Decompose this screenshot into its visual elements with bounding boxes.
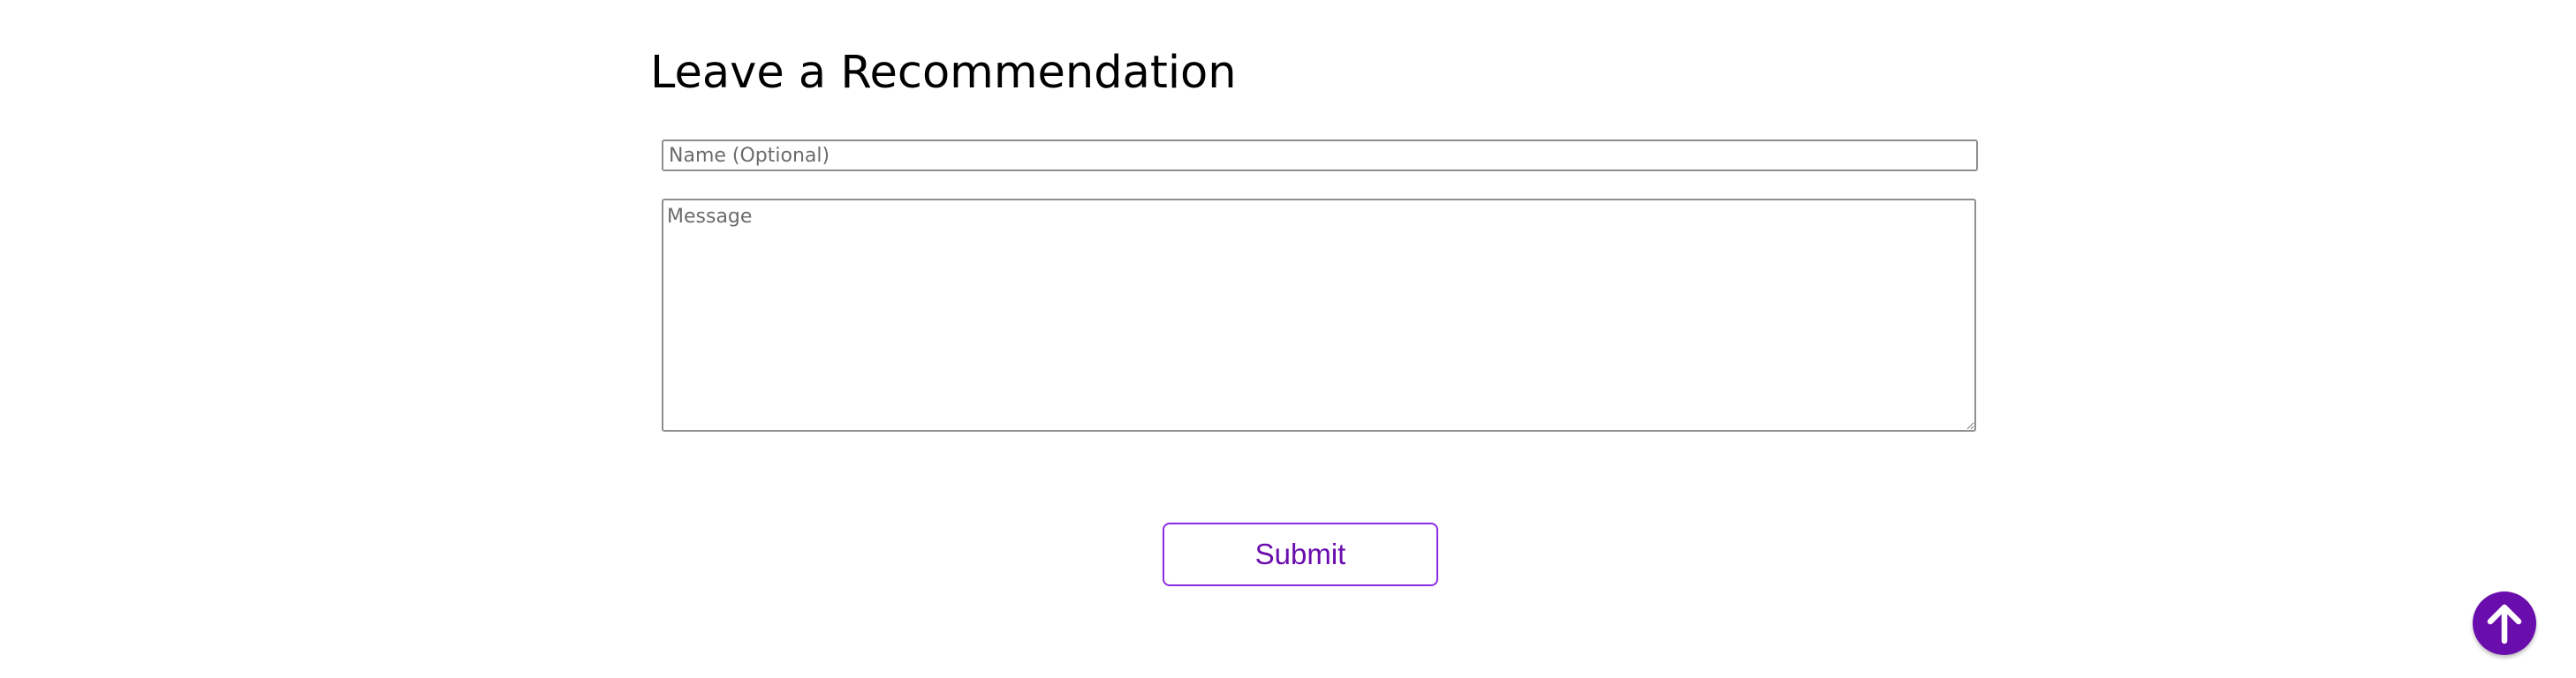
page-title: Leave a Recommendation [650, 47, 1237, 99]
arrow-up-icon [2487, 604, 2522, 644]
message-input[interactable] [662, 199, 1976, 432]
scroll-to-top-button[interactable] [2473, 591, 2536, 655]
submit-button[interactable]: Submit [1163, 523, 1438, 586]
name-input[interactable] [662, 139, 1978, 171]
